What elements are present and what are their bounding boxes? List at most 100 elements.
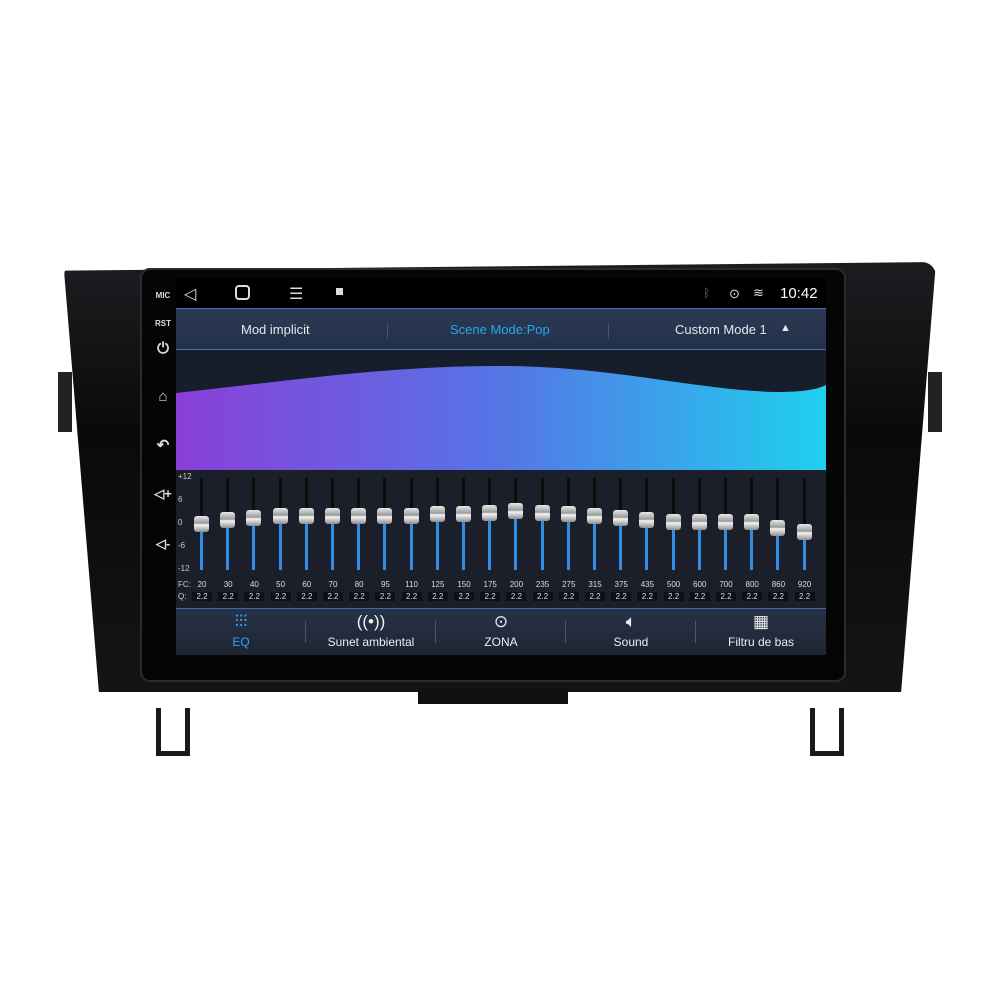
slider-knob[interactable] — [796, 523, 812, 540]
slider-knob[interactable] — [220, 512, 236, 529]
slider-knob[interactable] — [272, 508, 288, 525]
band-q-value[interactable]: 2.2 — [244, 592, 265, 601]
band-frequency: 235 — [535, 580, 550, 589]
slider-knob[interactable] — [194, 516, 209, 532]
slider-knob[interactable] — [691, 514, 707, 531]
band-q-value[interactable]: 2.2 — [742, 592, 763, 601]
band-q-value[interactable]: 2.2 — [218, 592, 239, 601]
eq-band-slider[interactable]: 95 2.2 — [374, 476, 396, 606]
slider-knob[interactable] — [560, 506, 576, 523]
slider-knob[interactable] — [298, 508, 314, 525]
slider-knob[interactable] — [377, 508, 393, 525]
band-q-value[interactable]: 2.2 — [270, 592, 291, 601]
slider-knob[interactable] — [718, 514, 733, 531]
eq-band-slider[interactable]: 200 2.2 — [505, 476, 527, 606]
slider-knob[interactable] — [351, 508, 367, 525]
eq-band-slider[interactable]: 800 2.2 — [741, 476, 763, 606]
slider-knob[interactable] — [456, 506, 471, 523]
eq-band-slider[interactable]: 20 2.2 — [191, 476, 213, 606]
band-q-value[interactable]: 2.2 — [663, 592, 684, 601]
tab-filtru-de-bas[interactable]: ▦ Filtru de bas — [695, 609, 826, 655]
eq-band-slider[interactable]: 435 2.2 — [636, 476, 658, 606]
band-q-value[interactable]: 2.2 — [506, 592, 527, 601]
clock: 10:42 — [780, 285, 818, 302]
eq-band-slider[interactable]: 375 2.2 — [610, 476, 632, 606]
band-q-value[interactable]: 2.2 — [689, 592, 710, 601]
eq-band-slider[interactable]: 40 2.2 — [243, 476, 265, 606]
band-q-value[interactable]: 2.2 — [794, 592, 815, 601]
slider-fill — [357, 516, 361, 570]
slider-knob[interactable] — [325, 508, 340, 525]
band-q-value[interactable]: 2.2 — [716, 592, 736, 601]
power-icon[interactable]: ⏻ — [150, 340, 176, 357]
band-q-value[interactable]: 2.2 — [454, 592, 474, 601]
home-icon[interactable]: ⌂ — [150, 388, 176, 405]
triangle-up-icon[interactable]: ▲ — [780, 322, 791, 334]
nav-home-icon[interactable] — [235, 285, 250, 300]
eq-band-slider[interactable]: 275 2.2 — [558, 476, 580, 606]
volume-up-icon[interactable]: ◁+ — [150, 486, 176, 502]
eq-band-slider[interactable]: 80 2.2 — [348, 476, 370, 606]
reset-button[interactable]: RST — [150, 319, 176, 328]
default-mode-button[interactable]: Mod implicit — [241, 322, 310, 337]
equalizer-icon: ⫶⫶⫶ — [234, 612, 248, 631]
slider-knob[interactable] — [665, 514, 681, 531]
band-q-value[interactable]: 2.2 — [558, 592, 579, 601]
slider-knob[interactable] — [587, 508, 602, 525]
tab-sound[interactable]: 🔈︎ Sound — [565, 609, 696, 655]
custom-mode-button[interactable]: Custom Mode 1 — [675, 322, 767, 337]
eq-band-slider[interactable]: 700 2.2 — [715, 476, 737, 606]
scene-mode-button[interactable]: Scene Mode:Pop — [450, 322, 550, 337]
slider-knob[interactable] — [429, 506, 445, 523]
band-q-value[interactable]: 2.2 — [637, 592, 658, 601]
back-icon[interactable]: ↶ — [150, 436, 176, 454]
eq-band-slider[interactable]: 500 2.2 — [663, 476, 685, 606]
tab-sunet-ambiental[interactable]: ((•)) Sunet ambiental — [305, 609, 436, 655]
scale-label: 0 — [178, 518, 183, 527]
eq-band-slider[interactable]: 920 2.2 — [794, 476, 816, 606]
slider-knob[interactable] — [744, 514, 760, 531]
band-frequency: 110 — [405, 580, 418, 589]
slider-knob[interactable] — [246, 510, 262, 527]
eq-band-slider[interactable]: 235 2.2 — [532, 476, 554, 606]
slider-knob[interactable] — [508, 502, 524, 519]
tab-eq[interactable]: ⫶⫶⫶ EQ — [176, 609, 306, 655]
band-q-value[interactable]: 2.2 — [611, 592, 632, 601]
nav-menu-icon[interactable]: ☰ — [289, 284, 303, 304]
band-q-value[interactable]: 2.2 — [401, 592, 422, 601]
nav-back-icon[interactable]: ◁ — [184, 284, 196, 304]
slider-knob[interactable] — [770, 519, 786, 536]
band-frequency: 95 — [380, 580, 390, 589]
band-q-value[interactable]: 2.2 — [349, 592, 370, 601]
band-q-value[interactable]: 2.2 — [323, 592, 343, 601]
eq-band-slider[interactable]: 110 2.2 — [401, 476, 423, 606]
band-q-value[interactable]: 2.2 — [192, 592, 212, 601]
band-q-value[interactable]: 2.2 — [427, 592, 448, 601]
bezel-tab — [418, 688, 568, 704]
eq-band-slider[interactable]: 125 2.2 — [427, 476, 449, 606]
band-q-value[interactable]: 2.2 — [768, 592, 789, 601]
eq-band-slider[interactable]: 175 2.2 — [479, 476, 501, 606]
eq-band-slider[interactable]: 315 2.2 — [584, 476, 606, 606]
volume-down-icon[interactable]: ◁- — [150, 536, 176, 552]
slider-knob[interactable] — [613, 510, 629, 527]
band-q-value[interactable]: 2.2 — [532, 592, 553, 601]
eq-band-slider[interactable]: 600 2.2 — [689, 476, 711, 606]
band-frequency: 275 — [562, 580, 576, 589]
slider-knob[interactable] — [482, 504, 498, 521]
eq-band-slider[interactable]: 150 2.2 — [453, 476, 475, 606]
eq-band-slider[interactable]: 60 2.2 — [296, 476, 318, 606]
eq-band-slider[interactable]: 70 2.2 — [322, 476, 344, 606]
slider-knob[interactable] — [403, 508, 419, 525]
band-q-value[interactable]: 2.2 — [375, 592, 396, 601]
band-q-value[interactable]: 2.2 — [585, 592, 605, 601]
eq-band-slider[interactable]: 860 2.2 — [767, 476, 789, 606]
band-q-value[interactable]: 2.2 — [296, 592, 317, 601]
slider-knob[interactable] — [639, 512, 655, 529]
band-q-value[interactable]: 2.2 — [480, 592, 501, 601]
slider-knob[interactable] — [534, 504, 550, 521]
tab-zona[interactable]: ⊙ ZONA — [435, 609, 566, 655]
eq-band-slider[interactable]: 50 2.2 — [270, 476, 292, 606]
eq-band-slider[interactable]: 30 2.2 — [217, 476, 239, 606]
slider-fill — [593, 516, 596, 570]
